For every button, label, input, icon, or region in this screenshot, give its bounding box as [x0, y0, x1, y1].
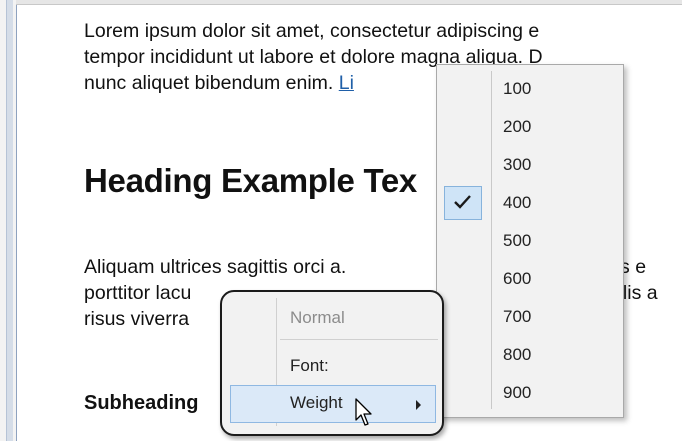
editor-left-gutter: [0, 0, 17, 441]
editor-top-border: [16, 0, 682, 5]
menu-item-font[interactable]: Font:: [222, 348, 442, 386]
menu-item-label: 700: [503, 307, 532, 326]
submenu-arrow-icon: [416, 400, 421, 410]
weight-option-800[interactable]: 800: [437, 336, 623, 374]
menu-item-label: Weight: [290, 393, 343, 412]
paragraph-line-text: risus viverra: [84, 308, 190, 330]
menu-item-label: 100: [503, 79, 532, 98]
weight-option-900[interactable]: 900: [437, 374, 623, 412]
menu-item-label: Normal: [290, 308, 345, 327]
menu-item-label: 500: [503, 231, 532, 250]
context-menu: Normal Font: Weight: [220, 290, 444, 436]
paragraph-line: Lorem ipsum dolor sit amet, consectetur …: [84, 20, 540, 42]
mouse-cursor-icon: [355, 398, 372, 426]
menu-item-label: 900: [503, 383, 532, 402]
weight-option-100[interactable]: 100: [437, 70, 623, 108]
menu-item-label: Font:: [290, 356, 329, 375]
paragraph-line-text: Aliquam ultrices sagittis orci a.: [84, 256, 347, 278]
menu-item-label: 400: [503, 193, 532, 212]
gutter-bar: [6, 0, 13, 441]
menu-item-label: 600: [503, 269, 532, 288]
weight-option-200[interactable]: 200: [437, 108, 623, 146]
weight-option-400[interactable]: 400: [437, 184, 623, 222]
heading: Heading Example Tex: [84, 162, 417, 199]
weight-option-600[interactable]: 600: [437, 260, 623, 298]
menu-item-weight[interactable]: Weight: [230, 385, 436, 423]
menu-item-normal[interactable]: Normal: [222, 300, 442, 338]
subheading: Subheading: [84, 392, 199, 414]
menu-item-label: 300: [503, 155, 532, 174]
paragraph-line-text: nunc aliquet bibendum enim.: [84, 72, 339, 94]
weight-option-700[interactable]: 700: [437, 298, 623, 336]
paragraph-line-text: porttitor lacu: [84, 282, 192, 304]
inline-link[interactable]: Li: [339, 72, 354, 94]
menu-item-label: 200: [503, 117, 532, 136]
weight-submenu: 100 200 300 400 500 600 700 800 900: [436, 64, 624, 418]
weight-option-500[interactable]: 500: [437, 222, 623, 260]
menu-separator: [280, 339, 438, 340]
weight-option-300[interactable]: 300: [437, 146, 623, 184]
menu-item-label: 800: [503, 345, 532, 364]
